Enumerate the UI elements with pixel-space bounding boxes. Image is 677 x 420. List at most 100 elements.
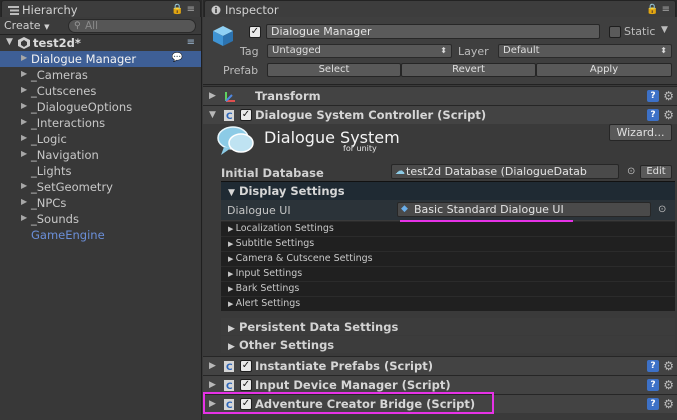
hierarchy-item-label: _Lights [31,164,72,178]
fold-arrow-icon[interactable]: ▶ [228,342,235,352]
script-icon: C [223,360,235,373]
fold-arrow-icon[interactable]: ▼ [228,188,235,198]
expand-arrow-icon[interactable]: ▶ [21,197,27,206]
other-settings-header[interactable]: ▶ Other Settings [221,336,675,353]
hierarchy-item[interactable]: ▶ _Cameras [0,67,201,83]
component-enabled-checkbox[interactable]: ✓ [240,360,252,372]
hierarchy-item-label: _SetGeometry [31,180,113,194]
hierarchy-item[interactable]: ▶ _NPCs [0,195,201,211]
expand-arrow-icon[interactable]: ▶ [21,149,27,158]
prefab-apply-button[interactable]: Apply [536,63,672,77]
expand-arrow-icon[interactable]: ▶ [21,69,27,78]
fold-arrow-icon[interactable]: ▶ [228,300,236,308]
fold-arrow-icon[interactable]: ▶ [209,361,216,371]
object-picker-icon[interactable]: ⊙ [658,204,666,215]
gear-icon[interactable]: ⚙ [663,108,674,122]
object-picker-icon[interactable]: ⊙ [627,166,635,177]
initial-database-field[interactable]: ☁ test2d Database (DialogueDatab [391,164,619,179]
tag-label: Tag [240,45,259,58]
settings-foldout[interactable]: ▶ Alert Settings [221,296,675,311]
tag-value: Untagged [272,45,321,56]
instantiate-prefabs-header[interactable]: ▶ C ✓ Instantiate Prefabs (Script) ? ⚙ [203,356,677,375]
dialogue-system-logo-subtext: for unity [343,144,377,153]
fold-arrow-icon[interactable]: ▶ [209,91,216,101]
fold-arrow-icon[interactable]: ▶ [228,255,236,263]
dialogue-controller-header[interactable]: ▼ C ✓ Dialogue System Controller (Script… [203,105,677,124]
hierarchy-item[interactable]: ▶ _Logic [0,131,201,147]
hierarchy-item[interactable]: ▶ Dialogue Manager 💬 [0,51,201,67]
hierarchy-item-label: _Navigation [31,148,99,162]
help-icon[interactable]: ? [647,109,659,121]
expand-arrow-icon[interactable]: ▶ [21,181,27,190]
scene-menu-icon[interactable]: ≡ [187,37,195,48]
fold-arrow-icon[interactable]: ▶ [228,285,236,293]
create-button[interactable]: Create ▼ [4,19,49,32]
layer-dropdown[interactable]: Default ⬍ [498,44,672,58]
settings-foldout[interactable]: ▶ Camera & Cutscene Settings [221,251,675,266]
prefab-revert-button[interactable]: Revert [401,63,536,77]
fold-arrow-icon[interactable]: ▼ [209,110,216,120]
hierarchy-item[interactable]: ▶ _Cutscenes [0,83,201,99]
tag-dropdown[interactable]: Untagged ⬍ [267,44,452,58]
svg-text:C: C [226,363,233,373]
svg-text:C: C [226,112,233,122]
gear-icon[interactable]: ⚙ [663,89,674,103]
display-settings-header[interactable]: ▼ Display Settings [221,181,675,200]
hierarchy-item[interactable]: GameEngine [0,227,201,243]
help-icon[interactable]: ? [647,398,659,410]
settings-foldout-label: ▶ Subtitle Settings [228,238,314,249]
settings-foldout-title: Bark Settings [235,283,300,294]
tab-hierarchy[interactable]: Hierarchy 🔒 ≡ [1,0,201,17]
fold-arrow-icon[interactable]: ▶ [228,270,236,278]
tab-inspector[interactable]: Inspector 🔒 ≡ [204,0,676,17]
expand-arrow-icon[interactable]: ▶ [21,213,27,222]
active-checkbox[interactable]: ✓ [249,26,261,38]
hierarchy-item[interactable]: ▶ _Interactions [0,115,201,131]
dialogue-ui-field[interactable]: ◆ Basic Standard Dialogue UI [397,202,651,217]
tab-options-icon[interactable]: 🔒 ≡ [171,4,195,15]
dialogue-system-logo-text: Dialogue System [264,128,400,147]
unity-scene-icon [18,37,30,49]
expand-arrow-icon[interactable]: ▶ [21,85,27,94]
expand-arrow-icon[interactable]: ▼ [6,37,13,47]
static-checkbox[interactable] [609,26,621,38]
component-enabled-checkbox[interactable]: ✓ [240,379,252,391]
gear-icon[interactable]: ⚙ [663,378,674,392]
tab-options-icon[interactable]: 🔒 ≡ [646,4,670,15]
gear-icon[interactable]: ⚙ [663,397,674,411]
help-icon[interactable]: ? [647,90,659,102]
expand-arrow-icon[interactable]: ▶ [21,101,27,110]
hierarchy-item[interactable]: ▶ _SetGeometry [0,179,201,195]
settings-foldout[interactable]: ▶ Localization Settings [221,221,675,236]
settings-foldout[interactable]: ▶ Subtitle Settings [221,236,675,251]
instantiate-prefabs-title: Instantiate Prefabs (Script) [255,359,433,373]
expand-arrow-icon[interactable]: ▶ [21,117,27,126]
component-enabled-checkbox[interactable]: ✓ [240,109,252,121]
transform-component-header[interactable]: ▶ Transform ? ⚙ [203,86,677,105]
static-dropdown-icon[interactable]: ▼ [661,25,668,35]
script-icon: C [223,379,235,392]
hierarchy-item[interactable]: ▶ _DialogueOptions [0,99,201,115]
hierarchy-item[interactable]: _Lights [0,163,201,179]
object-name-field[interactable]: Dialogue Manager [266,24,600,39]
persistent-data-settings-header[interactable]: ▶ Persistent Data Settings [221,318,675,335]
fold-arrow-icon[interactable]: ▶ [209,380,216,390]
scene-row[interactable]: ▼ test2d* ≡ [0,35,201,51]
help-icon[interactable]: ? [647,379,659,391]
expand-arrow-icon[interactable]: ▶ [21,133,27,142]
settings-foldout[interactable]: ▶ Input Settings [221,266,675,281]
database-edit-button[interactable]: Edit [640,165,672,179]
gameobject-header: ✓ Dialogue Manager Static ▼ Tag Untagged… [203,17,677,85]
hierarchy-search-input[interactable]: ⚲ All [68,19,196,33]
wizard-button[interactable]: Wizard... [609,124,672,141]
help-icon[interactable]: ? [647,360,659,372]
expand-arrow-icon[interactable]: ▶ [21,53,27,62]
fold-arrow-icon[interactable]: ▶ [228,240,236,248]
gear-icon[interactable]: ⚙ [663,359,674,373]
settings-foldout[interactable]: ▶ Bark Settings [221,281,675,296]
fold-arrow-icon[interactable]: ▶ [228,324,235,334]
prefab-select-button[interactable]: Select [267,63,401,77]
hierarchy-item[interactable]: ▶ _Sounds [0,211,201,227]
fold-arrow-icon[interactable]: ▶ [228,225,236,233]
hierarchy-item[interactable]: ▶ _Navigation [0,147,201,163]
